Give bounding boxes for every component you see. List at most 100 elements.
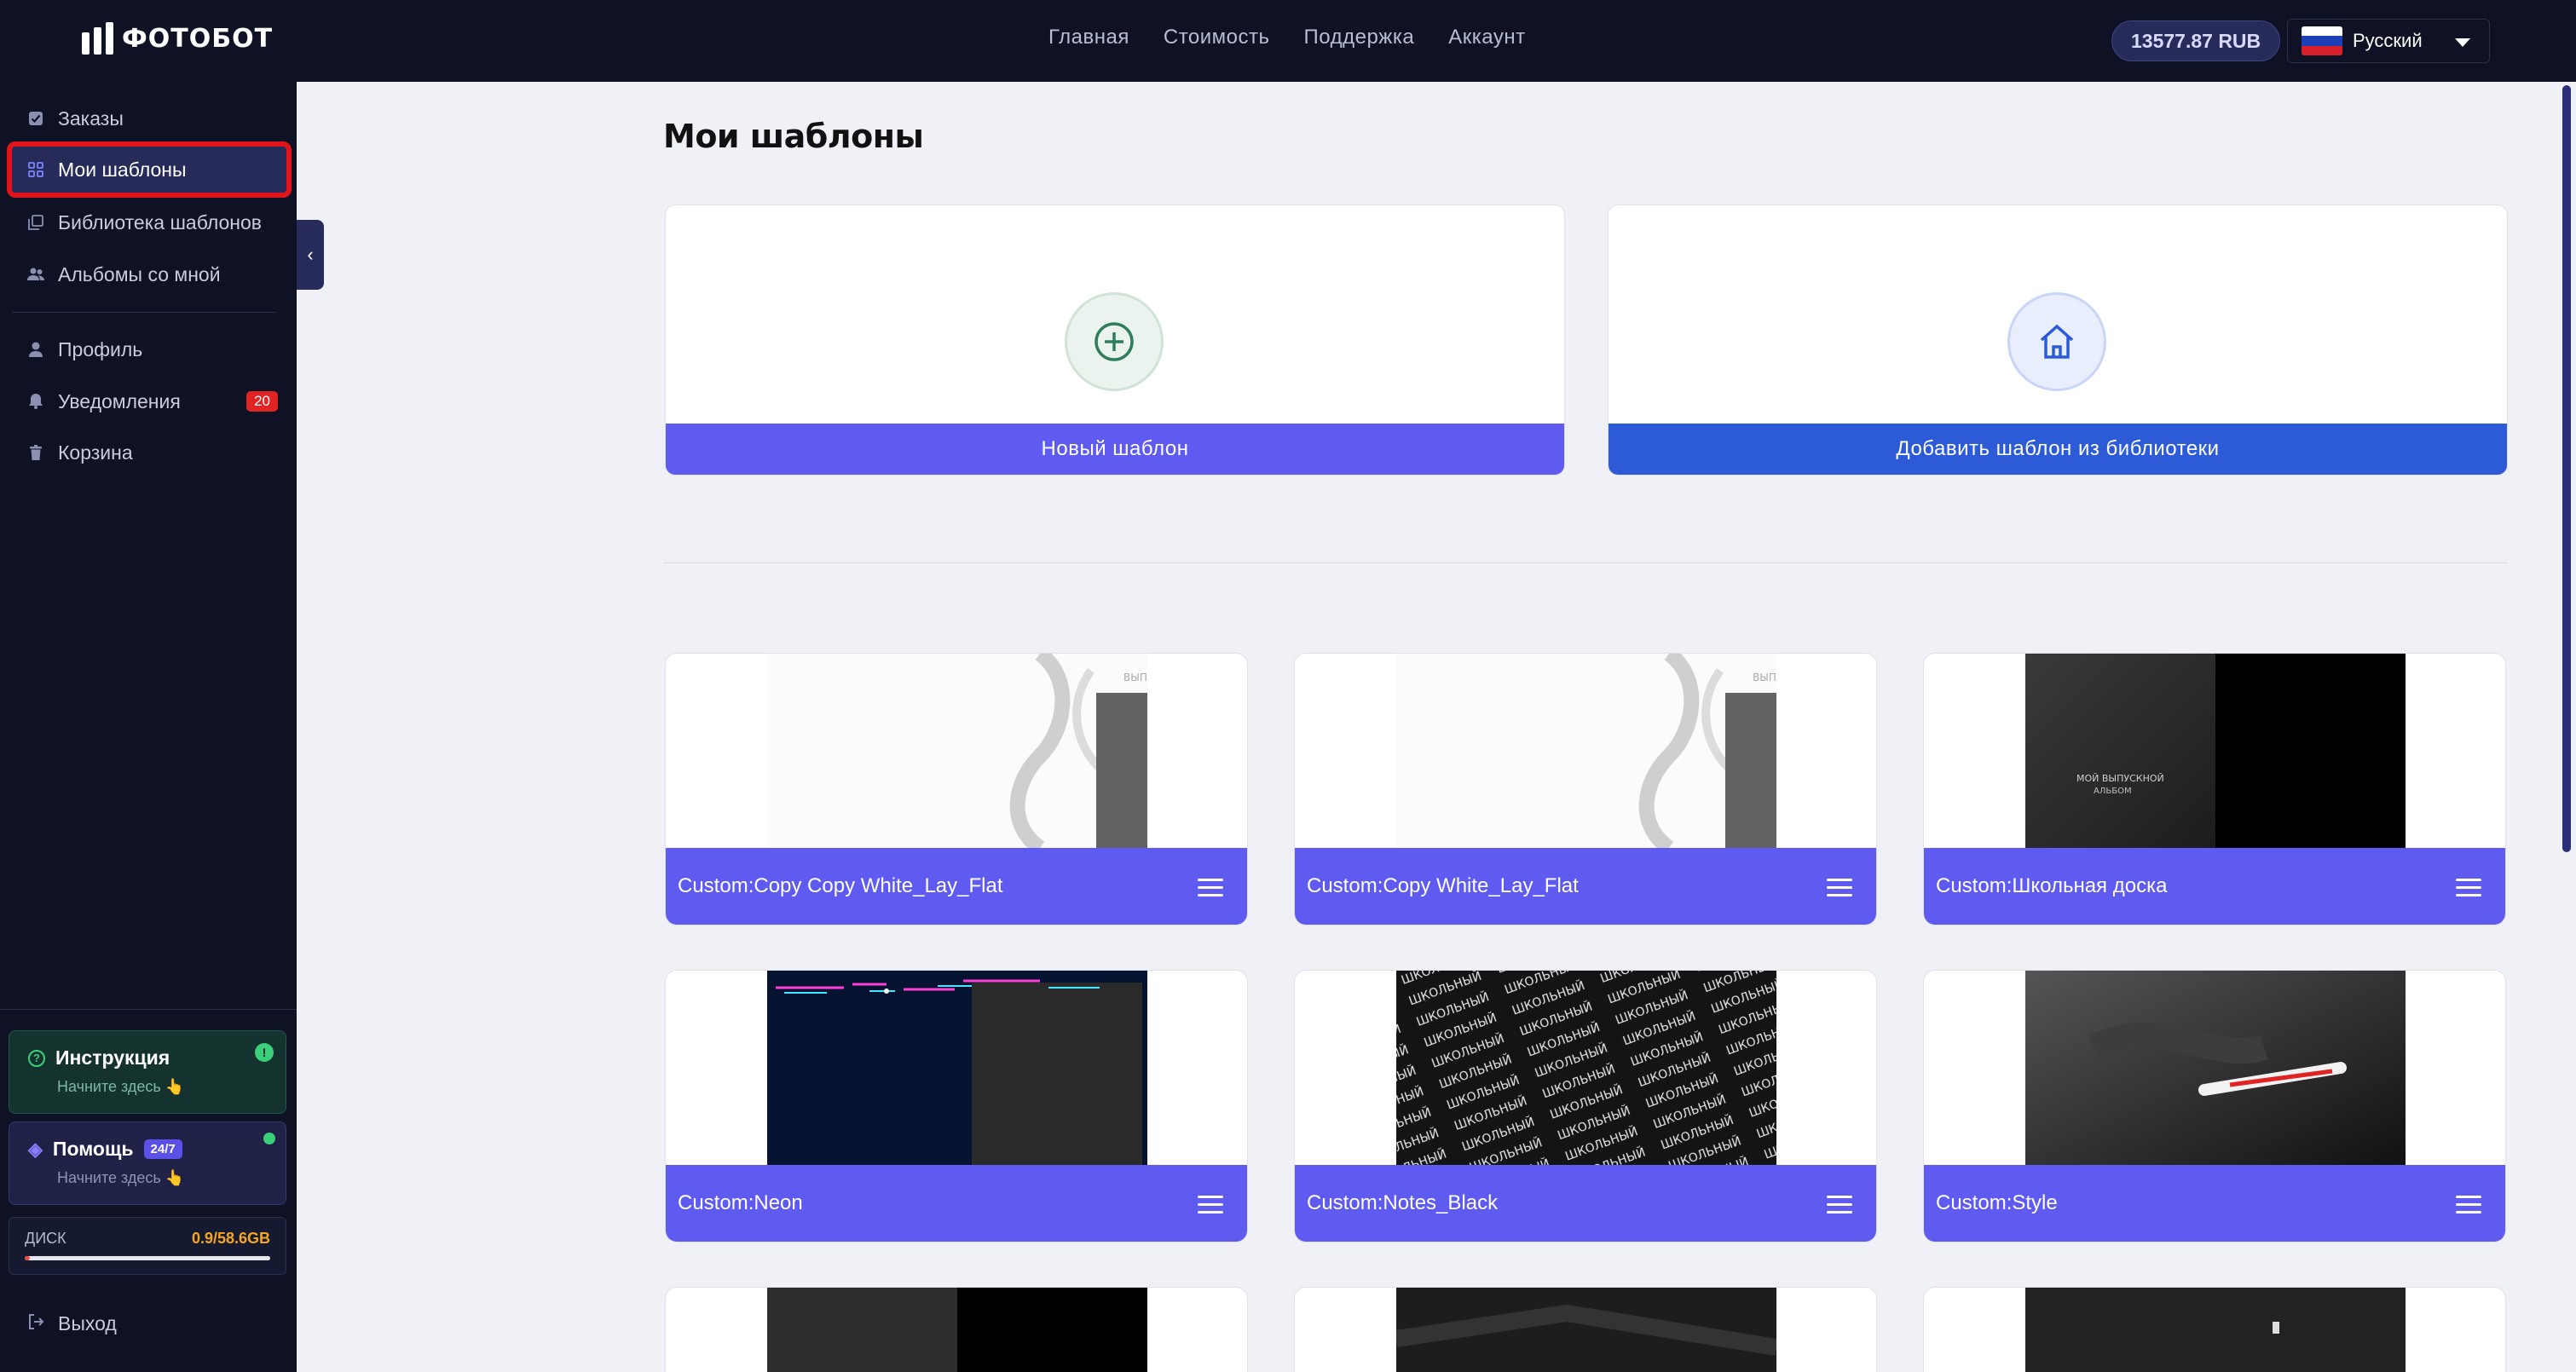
disk-label: ДИСК bbox=[25, 1230, 66, 1247]
sidebar-item-label: Мои шаблоны bbox=[58, 158, 187, 181]
sidebar: Заказы Мои шаблоны Библиотека шаблонов А… bbox=[0, 82, 297, 1372]
page-title: Мои шаблоны bbox=[663, 118, 924, 155]
collapse-sidebar-button[interactable]: ‹ bbox=[297, 220, 324, 290]
bell-icon bbox=[27, 393, 44, 410]
nav-support[interactable]: Поддержка bbox=[1304, 26, 1415, 49]
sidebar-item-label: Заказы bbox=[58, 107, 124, 130]
template-card[interactable]: Custom:Neon bbox=[665, 970, 1248, 1242]
fotobot-logo[interactable]: ФОТОБОТ bbox=[82, 22, 273, 55]
new-template-button[interactable]: Новый шаблон bbox=[666, 424, 1564, 475]
online-status-dot bbox=[263, 1133, 275, 1144]
chevron-down-icon bbox=[2455, 38, 2470, 47]
checkbox-icon bbox=[27, 110, 44, 127]
logout-button[interactable]: Выход bbox=[12, 1312, 117, 1335]
template-thumbnail bbox=[2025, 971, 2406, 1165]
instruction-card[interactable]: ? Инструкция Начните здесь 👆 ! bbox=[9, 1030, 286, 1114]
template-thumbnail: МОЙ ВЫПУСКНОЙ АЛЬБОМ bbox=[2025, 654, 2406, 848]
language-select[interactable]: Русский bbox=[2287, 19, 2490, 63]
sidebar-item-label: Профиль bbox=[58, 337, 143, 360]
logout-label: Выход bbox=[58, 1312, 117, 1335]
template-card[interactable] bbox=[665, 1287, 1248, 1372]
sidebar-divider bbox=[12, 312, 276, 313]
sidebar-item-cart[interactable]: Корзина bbox=[12, 429, 286, 476]
plus-circle-icon bbox=[1065, 292, 1164, 391]
template-card[interactable]: Custom:Style bbox=[1923, 970, 2506, 1242]
instruction-subtitle: Начните здесь 👆 bbox=[57, 1078, 185, 1095]
nav-home[interactable]: Главная bbox=[1048, 26, 1129, 49]
template-thumbnail: ШКОЛЬНЫЙ bbox=[1396, 971, 1776, 1165]
template-name: Custom:Style bbox=[1936, 1191, 2058, 1214]
hamburger-menu-icon[interactable] bbox=[1198, 879, 1223, 902]
sidebar-bottom-divider bbox=[0, 1009, 297, 1010]
notification-count-badge: 20 bbox=[246, 391, 278, 412]
hamburger-menu-icon[interactable] bbox=[2456, 1196, 2481, 1219]
trash-icon bbox=[27, 444, 44, 461]
disk-progress-fill bbox=[25, 1256, 30, 1260]
sidebar-item-notifications[interactable]: Уведомления 20 bbox=[12, 378, 286, 424]
top-header: ФОТОБОТ Главная Стоимость Поддержка Акка… bbox=[0, 0, 2576, 82]
add-from-library-card[interactable]: Добавить шаблон из библиотеки bbox=[1608, 205, 2508, 476]
template-thumbnail: ВЫПУСКНОЙ bbox=[1396, 654, 1776, 848]
balance-badge[interactable]: 13577.87 RUB bbox=[2111, 20, 2281, 61]
disk-usage-panel: ДИСК 0.9/58.6GB bbox=[9, 1217, 286, 1275]
sidebar-item-profile[interactable]: Профиль bbox=[12, 326, 286, 372]
logout-icon bbox=[27, 1312, 44, 1335]
home-icon bbox=[2007, 292, 2106, 391]
logo-text: ФОТОБОТ bbox=[122, 23, 274, 54]
new-template-card[interactable]: Новый шаблон bbox=[665, 205, 1565, 476]
instruction-alert-badge: ! bbox=[255, 1043, 274, 1062]
person-icon bbox=[27, 341, 44, 358]
template-card[interactable] bbox=[1923, 1287, 2506, 1372]
add-from-library-button[interactable]: Добавить шаблон из библиотеки bbox=[1609, 424, 2507, 475]
scrollbar-thumb[interactable] bbox=[2562, 85, 2571, 852]
logo-mark-icon bbox=[82, 22, 113, 55]
template-card[interactable]: МОЙ ВЫПУСКНОЙ АЛЬБОМ Custom:Школьная дос… bbox=[1923, 653, 2506, 925]
russia-flag-icon bbox=[2302, 26, 2342, 55]
instruction-title: Инструкция bbox=[55, 1046, 170, 1069]
language-label: Русский bbox=[2353, 30, 2423, 51]
sidebar-item-template-library[interactable]: Библиотека шаблонов bbox=[12, 199, 286, 245]
hamburger-menu-icon[interactable] bbox=[1827, 1196, 1852, 1219]
template-thumbnail bbox=[767, 971, 1147, 1165]
disk-progress-bar bbox=[25, 1256, 270, 1260]
nav-account[interactable]: Аккаунт bbox=[1448, 26, 1525, 49]
help-card[interactable]: ◈ Помощь 24/7 Начните здесь 👆 bbox=[9, 1121, 286, 1205]
section-divider bbox=[663, 562, 2508, 563]
template-card[interactable]: ВЫПУСКНОЙ Custom:Copy Copy White_Lay_Fla… bbox=[665, 653, 1248, 925]
help-diamond-icon: ◈ bbox=[28, 1138, 43, 1160]
sidebar-item-label: Уведомления bbox=[58, 389, 181, 412]
help-title: Помощь bbox=[52, 1138, 134, 1160]
template-name: Custom:Neon bbox=[678, 1191, 803, 1214]
main-nav: Главная Стоимость Поддержка Аккаунт bbox=[1048, 26, 1526, 49]
sidebar-item-orders[interactable]: Заказы bbox=[12, 95, 286, 141]
sidebar-item-my-templates[interactable]: Мои шаблоны bbox=[7, 141, 292, 198]
template-name: Custom:Copy White_Lay_Flat bbox=[1307, 874, 1579, 897]
template-thumbnail bbox=[1396, 1288, 1776, 1372]
hamburger-menu-icon[interactable] bbox=[2456, 879, 2481, 902]
hamburger-menu-icon[interactable] bbox=[1827, 879, 1852, 902]
grid-icon bbox=[27, 161, 44, 178]
svg-text:ВЫПУСКНОЙ: ВЫПУСКНОЙ bbox=[1753, 671, 1776, 683]
library-icon bbox=[27, 214, 44, 231]
template-name: Custom:Copy Copy White_Lay_Flat bbox=[678, 874, 1003, 897]
template-thumbnail bbox=[2025, 1288, 2406, 1372]
template-name: Custom:Школьная доска bbox=[1936, 874, 2168, 897]
template-name: Custom:Notes_Black bbox=[1307, 1191, 1499, 1214]
hamburger-menu-icon[interactable] bbox=[1198, 1196, 1223, 1219]
sidebar-item-label: Библиотека шаблонов bbox=[58, 210, 263, 233]
template-thumbnail bbox=[767, 1288, 1147, 1372]
svg-text:ВЫПУСКНОЙ: ВЫПУСКНОЙ bbox=[1123, 671, 1147, 683]
template-card[interactable]: ВЫПУСКНОЙ Custom:Copy White_Lay_Flat bbox=[1294, 653, 1877, 925]
svg-text:АЛЬБОМ: АЛЬБОМ bbox=[2094, 787, 2132, 796]
nav-pricing[interactable]: Стоимость bbox=[1164, 26, 1270, 49]
template-card[interactable] bbox=[1294, 1287, 1877, 1372]
template-card[interactable]: ШКОЛЬНЫЙ Custom:Notes_Black bbox=[1294, 970, 1877, 1242]
support-hours-badge: 24/7 bbox=[143, 1139, 182, 1159]
help-subtitle: Начните здесь 👆 bbox=[57, 1169, 185, 1186]
sidebar-item-shared-albums[interactable]: Альбомы со мной bbox=[12, 251, 286, 297]
question-circle-icon: ? bbox=[28, 1049, 45, 1067]
sidebar-item-label: Корзина bbox=[58, 441, 133, 464]
svg-text:МОЙ ВЫПУСКНОЙ: МОЙ ВЫПУСКНОЙ bbox=[2076, 773, 2164, 784]
template-thumbnail: ВЫПУСКНОЙ bbox=[767, 654, 1147, 848]
chevron-left-icon: ‹ bbox=[307, 244, 314, 265]
